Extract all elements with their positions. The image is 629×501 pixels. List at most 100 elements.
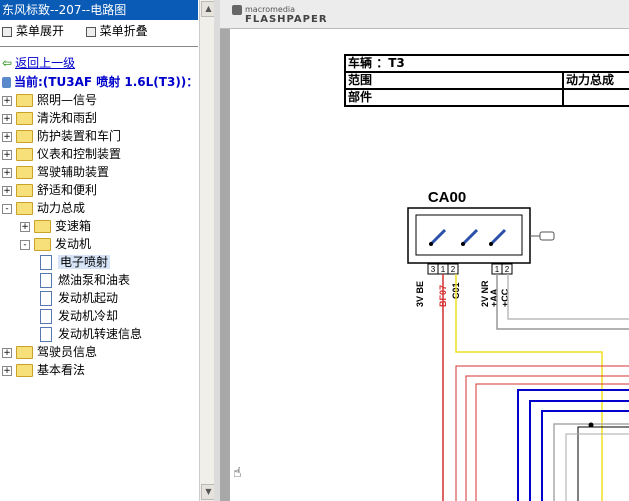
folder-icon bbox=[16, 166, 33, 179]
wire-blue-1 bbox=[517, 389, 629, 501]
tree-item-label: 舒适和便利 bbox=[37, 183, 98, 197]
connector-inner bbox=[415, 214, 523, 256]
expand-node-icon[interactable]: + bbox=[2, 347, 12, 358]
folder-icon bbox=[16, 148, 33, 161]
document-page: 车辆 ：T3 范围 动力总成 部件 CA00 3 1 2 1 2 3V BE B… bbox=[230, 29, 629, 501]
wire-label-3v-be: 3V BE bbox=[415, 281, 425, 307]
tree-item-label: 基本看法 bbox=[37, 363, 86, 377]
tree-item[interactable]: + 驾驶员信息 bbox=[2, 343, 97, 361]
folder-open-icon bbox=[16, 202, 33, 215]
flashpaper-logo: macromedia FLASHPAPER bbox=[232, 5, 328, 25]
wire-gray-3 bbox=[553, 423, 629, 501]
document-icon bbox=[40, 309, 52, 324]
tree-item[interactable]: + 驾驶辅助装置 bbox=[2, 163, 109, 181]
current-location: 当前:(TU3AF 喷射 1.6L(T3))： bbox=[2, 74, 212, 90]
tree-item[interactable]: + 照明—信号 bbox=[2, 91, 97, 109]
folder-icon bbox=[16, 346, 33, 359]
expand-node-icon[interactable]: + bbox=[2, 167, 12, 178]
pin-box-right: 1 2 bbox=[491, 263, 513, 275]
back-link-label: 返回上一级 bbox=[15, 56, 76, 70]
divider bbox=[0, 46, 198, 47]
wiring-diagram: CA00 3 1 2 1 2 3V BE BF07 C01 2V NR +AA … bbox=[407, 189, 629, 501]
pin-box-left: 3 1 2 bbox=[427, 263, 459, 275]
page-gutter bbox=[220, 29, 230, 501]
expand-node-icon[interactable]: + bbox=[2, 131, 12, 142]
navigation-pane: 东风标致--207--电路图 菜单展开 菜单折叠 ⇦ 返回上一级 当前:(TU3A… bbox=[0, 0, 214, 501]
expand-node-icon[interactable]: + bbox=[2, 113, 12, 124]
wire-blue-2 bbox=[529, 400, 629, 501]
tree-item[interactable]: + 变速箱 bbox=[20, 217, 91, 235]
tree-item[interactable]: - 发动机 bbox=[20, 235, 91, 253]
key-icon bbox=[530, 231, 555, 241]
tree-item-label: 驾驶员信息 bbox=[37, 345, 98, 359]
logo-top-text: macromedia bbox=[245, 5, 296, 14]
tree-item[interactable]: + 舒适和便利 bbox=[2, 181, 97, 199]
expand-node-icon[interactable]: + bbox=[2, 95, 12, 106]
tree-item[interactable]: 燃油泵和油表 bbox=[40, 271, 130, 289]
tree-item[interactable]: + 防护装置和车门 bbox=[2, 127, 121, 145]
pin-label-right-1: 1 bbox=[495, 265, 500, 274]
expand-icon bbox=[2, 26, 12, 37]
expand-node-icon[interactable]: + bbox=[2, 365, 12, 376]
scroll-up-icon[interactable]: ▲ bbox=[201, 1, 214, 17]
back-link[interactable]: ⇦ 返回上一级 bbox=[2, 55, 75, 71]
tree-item-label: 动力总成 bbox=[37, 201, 86, 215]
expand-node-icon[interactable]: + bbox=[20, 221, 30, 232]
computer-icon bbox=[2, 77, 11, 88]
tree-item-label: 发动机起动 bbox=[58, 291, 119, 305]
tree-item-label: 发动机冷却 bbox=[58, 309, 119, 323]
pin-label-left-2: 1 bbox=[441, 265, 446, 274]
folder-open-icon bbox=[34, 238, 51, 251]
tree-item-label: 变速箱 bbox=[55, 219, 92, 233]
tree-item-label: 仪表和控制装置 bbox=[37, 147, 122, 161]
tree-item[interactable]: + 基本看法 bbox=[2, 361, 85, 379]
document-icon bbox=[40, 291, 52, 306]
junction-dot bbox=[588, 422, 594, 428]
tree-item[interactable]: 电子喷射 bbox=[40, 253, 111, 271]
vertical-scrollbar[interactable]: ▲ ▼ bbox=[199, 0, 214, 501]
folder-icon bbox=[16, 112, 33, 125]
folder-icon bbox=[16, 94, 33, 107]
tree-item[interactable]: 发动机起动 bbox=[40, 289, 118, 307]
tree-item[interactable]: + 清洗和雨刮 bbox=[2, 109, 97, 127]
pin-label-right-2: 2 bbox=[505, 265, 510, 274]
collapse-node-icon[interactable]: - bbox=[2, 203, 12, 214]
wires bbox=[442, 274, 629, 501]
expand-node-icon[interactable]: + bbox=[2, 149, 12, 160]
pin-label-left-1: 3 bbox=[431, 265, 436, 274]
wire-black bbox=[577, 426, 629, 501]
document-icon bbox=[40, 273, 52, 288]
back-arrow-icon: ⇦ bbox=[2, 56, 13, 70]
current-location-label: 当前:(TU3AF 喷射 1.6L(T3))： bbox=[14, 75, 199, 89]
folder-icon bbox=[16, 364, 33, 377]
flashpaper-toolbar: macromedia FLASHPAPER bbox=[220, 0, 629, 29]
tree-item[interactable]: 发动机冷却 bbox=[40, 307, 118, 325]
collapse-icon bbox=[85, 26, 96, 37]
tree-item[interactable]: - 动力总成 bbox=[2, 199, 85, 217]
tree-item-label: 发动机转速信息 bbox=[58, 327, 143, 341]
menu-expand-button[interactable]: 菜单展开 bbox=[16, 21, 64, 41]
document-icon bbox=[40, 327, 52, 342]
hand-cursor-icon: ☝ bbox=[233, 465, 242, 481]
page-area[interactable]: 车辆 ：T3 范围 动力总成 部件 CA00 3 1 2 1 2 3V BE B… bbox=[220, 29, 629, 501]
expand-node-icon[interactable]: + bbox=[2, 185, 12, 196]
menu-toggle-bar: 菜单展开 菜单折叠 bbox=[0, 21, 148, 41]
wire-gray-2 bbox=[507, 274, 629, 320]
tree-item-label: 驾驶辅助装置 bbox=[37, 165, 110, 179]
tree-item[interactable]: 发动机转速信息 bbox=[40, 325, 142, 343]
tree-item-label: 电子喷射 bbox=[58, 255, 111, 269]
macromedia-logo-icon bbox=[232, 5, 242, 15]
wire-gray bbox=[496, 274, 629, 330]
folder-icon bbox=[16, 184, 33, 197]
collapse-node-icon[interactable]: - bbox=[20, 239, 30, 250]
menu-collapse-button[interactable]: 菜单折叠 bbox=[100, 21, 148, 41]
tree-item-label: 防护装置和车门 bbox=[37, 129, 122, 143]
component-label: CA00 bbox=[428, 189, 466, 206]
tree-item-label: 清洗和雨刮 bbox=[37, 111, 98, 125]
tree-item[interactable]: + 仪表和控制装置 bbox=[2, 145, 121, 163]
document-icon bbox=[40, 255, 52, 270]
window-title: 东风标致--207--电路图 bbox=[0, 0, 198, 20]
scroll-down-icon[interactable]: ▼ bbox=[201, 484, 214, 500]
wire-red-3 bbox=[465, 375, 629, 501]
tree-item-label: 发动机 bbox=[55, 237, 92, 251]
